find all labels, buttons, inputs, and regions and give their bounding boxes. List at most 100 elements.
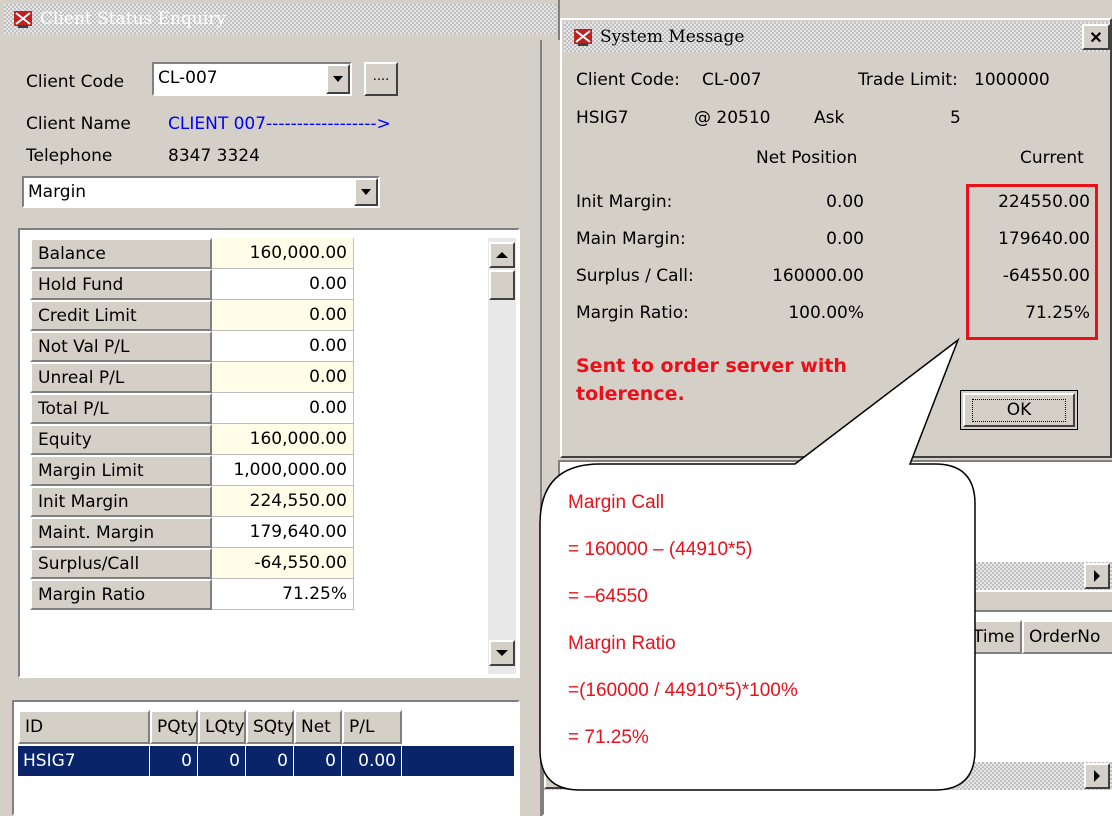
summary-row-label: Surplus / Call: xyxy=(576,266,694,286)
margin-row-label[interactable]: Maint. Margin xyxy=(30,517,212,548)
trade-limit-label: Trade Limit: xyxy=(858,70,958,90)
margin-row: Balance 160,000.00 xyxy=(30,238,460,269)
warning-message: Sent to order server with tolerence. xyxy=(576,352,847,408)
client-window-titlebar[interactable]: Client Status Enquiry xyxy=(4,4,556,34)
chevron-down-icon xyxy=(361,189,371,195)
callout-line: = –64550 xyxy=(568,586,648,607)
positions-column-header[interactable]: SQty xyxy=(246,710,294,744)
callout-line: Margin Ratio xyxy=(568,633,676,654)
ok-label: OK xyxy=(1006,400,1032,420)
margin-row-value: 179,640.00 xyxy=(212,517,354,548)
browse-client-button[interactable]: .... xyxy=(364,62,398,96)
margin-row: Credit Limit 0.00 xyxy=(30,300,460,331)
client-info-panel: Client Code CL-007 .... Client Name CLIE… xyxy=(12,48,542,218)
client-name-value: CLIENT 007------------------> xyxy=(168,114,391,134)
current-values-highlight xyxy=(966,184,1098,340)
summary-row-net: 0.00 xyxy=(826,229,864,249)
margin-row-label[interactable]: Total P/L xyxy=(30,393,212,424)
margin-row: Surplus/Call -64,550.00 xyxy=(30,548,460,579)
margin-row: Total P/L 0.00 xyxy=(30,393,460,424)
scroll-left-button[interactable] xyxy=(544,763,570,789)
positions-column-header[interactable]: LQty xyxy=(198,710,246,744)
client-code-label: Client Code xyxy=(26,72,125,92)
margin-grid: Balance 160,000.00 Hold Fund 0.00 Credit Lim… xyxy=(18,228,520,678)
client-code-combo[interactable]: CL-007 xyxy=(152,62,352,96)
view-select-value: Margin xyxy=(28,182,87,202)
margin-row-value: 0.00 xyxy=(212,300,354,331)
margin-row-label[interactable]: Equity xyxy=(30,424,212,455)
margin-row-value: -64,550.00 xyxy=(212,548,354,579)
summary-row-label: Init Margin: xyxy=(576,192,673,212)
margin-row: Init Margin 224,550.00 xyxy=(30,486,460,517)
column-header-orderno[interactable]: OrderNo xyxy=(1022,620,1112,654)
scroll-up-button[interactable] xyxy=(489,242,515,268)
arrow-up-icon xyxy=(496,252,508,258)
view-select[interactable]: Margin xyxy=(22,176,380,208)
scroll-right-button[interactable] xyxy=(1084,563,1110,589)
system-message-dialog: System Message ✕ Client Code: CL-007 Tra… xyxy=(560,18,1112,458)
margin-row-label[interactable]: Hold Fund xyxy=(30,269,212,300)
positions-cell: 0 xyxy=(150,746,198,776)
margin-row: Equity 160,000.00 xyxy=(30,424,460,455)
arrow-down-icon xyxy=(496,650,508,656)
summary-row-net: 100.00% xyxy=(788,303,864,323)
positions-column-header[interactable]: P/L xyxy=(342,710,402,744)
msg-client-code-label: Client Code: xyxy=(576,70,680,90)
scroll-right-button[interactable] xyxy=(1084,763,1110,789)
positions-cell: 0.00 xyxy=(342,746,402,776)
scroll-thumb[interactable] xyxy=(489,270,515,300)
positions-row[interactable]: HSIG7 0 0 0 0 0.00 xyxy=(18,746,514,776)
browse-client-label: .... xyxy=(372,69,390,84)
order-price: @ 20510 xyxy=(694,108,771,128)
margin-row: Not Val P/L 0.00 xyxy=(30,331,460,362)
margin-row-label[interactable]: Credit Limit xyxy=(30,300,212,331)
col-current: Current xyxy=(1020,148,1084,168)
client-code-dropdown-button[interactable] xyxy=(326,64,350,94)
positions-cell: 0 xyxy=(198,746,246,776)
margin-row-value: 160,000.00 xyxy=(212,238,354,269)
system-message-title: System Message xyxy=(600,27,745,47)
positions-cell: 0 xyxy=(294,746,342,776)
app-icon xyxy=(574,29,592,46)
margin-row-label[interactable]: Not Val P/L xyxy=(30,331,212,362)
margin-grid-scrollbar[interactable] xyxy=(488,238,516,674)
callout-line: = 160000 – (44910*5) xyxy=(568,539,753,560)
callout-text: Margin Call = 160000 – (44910*5) = –64550 M… xyxy=(568,492,968,774)
col-net-position: Net Position xyxy=(756,148,858,168)
positions-column-header[interactable]: Net xyxy=(294,710,342,744)
system-message-titlebar[interactable]: System Message ✕ xyxy=(564,22,1110,52)
margin-row-value: 0.00 xyxy=(212,393,354,424)
margin-row: Hold Fund 0.00 xyxy=(30,269,460,300)
close-icon: ✕ xyxy=(1089,27,1103,47)
telephone-label: Telephone xyxy=(26,146,113,166)
margin-row-value: 0.00 xyxy=(212,331,354,362)
close-button[interactable]: ✕ xyxy=(1082,24,1110,50)
margin-row-label[interactable]: Margin Ratio xyxy=(30,579,212,610)
margin-grid-rows: Balance 160,000.00 Hold Fund 0.00 Credit Lim… xyxy=(30,238,460,610)
arrow-right-icon xyxy=(1094,570,1100,582)
trade-limit-value: 1000000 xyxy=(974,70,1050,90)
margin-row-label[interactable]: Surplus/Call xyxy=(30,548,212,579)
scroll-down-button[interactable] xyxy=(489,640,515,666)
margin-row-value: 0.00 xyxy=(212,362,354,393)
margin-row-label[interactable]: Balance xyxy=(30,238,212,269)
view-select-dropdown-button[interactable] xyxy=(354,178,378,206)
positions-grid: ID PQty LQty SQty Net P/L HSIG7 0 0 0 0 0.00 xyxy=(12,700,520,816)
positions-header: ID PQty LQty SQty Net P/L xyxy=(18,710,514,744)
margin-row-label[interactable]: Unreal P/L xyxy=(30,362,212,393)
summary-row-label: Margin Ratio: xyxy=(576,303,689,323)
client-status-window: Client Status Enquiry Client Code CL-007… xyxy=(0,0,560,816)
margin-row: Margin Limit 1,000,000.00 xyxy=(30,455,460,486)
ok-button[interactable]: OK xyxy=(960,390,1078,430)
margin-row-label[interactable]: Margin Limit xyxy=(30,455,212,486)
arrow-left-icon xyxy=(554,770,560,782)
column-header-time[interactable]: Time xyxy=(966,620,1022,654)
client-name-label: Client Name xyxy=(26,114,131,134)
positions-column-header[interactable]: PQty xyxy=(150,710,198,744)
positions-column-header[interactable]: ID xyxy=(18,710,150,744)
margin-row-value: 1,000,000.00 xyxy=(212,455,354,486)
callout-line: = 71.25% xyxy=(568,727,649,748)
msg-client-code-value: CL-007 xyxy=(702,70,762,90)
margin-row-label[interactable]: Init Margin xyxy=(30,486,212,517)
margin-row-value: 71.25% xyxy=(212,579,354,610)
